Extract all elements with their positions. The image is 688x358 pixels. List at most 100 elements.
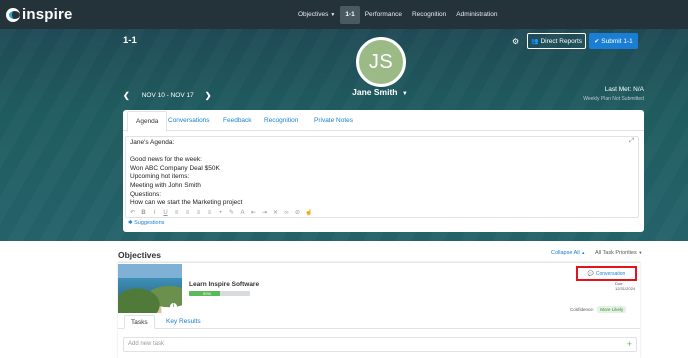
avatar-initials: JS bbox=[368, 50, 394, 73]
tab-conversations[interactable]: Conversations bbox=[168, 110, 210, 131]
last-met: Last Met: N/A bbox=[604, 86, 644, 93]
tab-recognition[interactable]: Recognition bbox=[264, 110, 298, 131]
suggestions-link[interactable]: ✱ Suggestions bbox=[128, 220, 164, 226]
week-range: NOV 10 - NOV 17 bbox=[141, 92, 194, 99]
agenda-line: Meeting with John Smith bbox=[130, 181, 201, 189]
bullet-list-icon[interactable]: • bbox=[217, 210, 224, 217]
clear-format-icon[interactable]: ✕ bbox=[272, 210, 279, 217]
bold-icon[interactable]: B bbox=[140, 210, 147, 217]
direct-reports-button[interactable]: 👥 Direct Reports bbox=[527, 33, 586, 49]
expand-icon[interactable]: ⤢ bbox=[629, 138, 634, 145]
editor-toolbar: ↶ B I U ≡ ≡ ≡ ≡ • ✎ A ⇤ ⇥ ✕ ∞ ⊘ ☝ bbox=[129, 210, 313, 217]
weekly-plan-status: Weekly Plan Not Submitted bbox=[583, 96, 644, 102]
task-priorities-label: All Task Priorities bbox=[595, 250, 637, 256]
submit-label: Submit 1-1 bbox=[601, 37, 633, 45]
align-left-icon[interactable]: ≡ bbox=[173, 210, 180, 217]
collapse-all-link[interactable]: Collapse All ▲ bbox=[551, 250, 585, 256]
lightbulb-icon: ✱ bbox=[128, 220, 133, 226]
outdent-icon[interactable]: ⇤ bbox=[250, 210, 257, 217]
inspire-logo[interactable]: inspire bbox=[6, 6, 73, 23]
justify-icon[interactable]: ≡ bbox=[206, 210, 213, 217]
objective-card: i Learn Inspire Software 50% 💬 Conversat… bbox=[118, 262, 640, 358]
confidence-indicator: Confidence: More Likely bbox=[570, 306, 627, 313]
paint-icon[interactable]: ✎ bbox=[228, 210, 235, 217]
progress-label: 50% bbox=[203, 291, 212, 296]
nav-item-label: Administration bbox=[456, 10, 498, 18]
underline-icon[interactable]: U bbox=[162, 210, 169, 217]
agenda-line: Upcoming hot items: bbox=[130, 173, 190, 181]
chevron-up-icon: ▲ bbox=[581, 250, 586, 255]
nav-item-objectives[interactable]: Objectives ▼ bbox=[293, 6, 340, 24]
chevron-down-icon: ▼ bbox=[638, 250, 643, 255]
user-name: Jane Smith bbox=[352, 87, 398, 97]
chat-bubble-icon: 💬 bbox=[587, 270, 594, 277]
inspire-logo-icon bbox=[6, 7, 20, 22]
agenda-editor-card: Agenda Conversations Feedback Recognitio… bbox=[123, 110, 644, 232]
plus-icon[interactable]: + bbox=[627, 338, 632, 351]
objectives-header: Objectives bbox=[118, 250, 161, 260]
objective-title[interactable]: Learn Inspire Software bbox=[189, 281, 259, 288]
agenda-line: How can we start the Marketing project bbox=[130, 199, 243, 207]
nav-item-label: 1-1 bbox=[345, 10, 355, 18]
nav-item-one-on-one[interactable]: 1-1 bbox=[340, 5, 360, 24]
add-task-placeholder: Add new task bbox=[128, 341, 165, 347]
italic-icon[interactable]: I bbox=[151, 210, 158, 217]
objective-progress-bar: 50% bbox=[189, 291, 250, 296]
nav-item-performance[interactable]: Performance bbox=[360, 6, 407, 24]
nav-item-label: Recognition bbox=[411, 10, 447, 18]
agenda-line: Won ABC Company Deal $50K bbox=[130, 164, 220, 172]
main-nav: Objectives ▼ 1-1 Performance Recognition … bbox=[293, 0, 502, 29]
tab-tasks[interactable]: Tasks bbox=[124, 315, 155, 329]
agenda-line: Questions: bbox=[130, 190, 162, 198]
info-icon[interactable]: i bbox=[170, 303, 177, 310]
nav-item-label: Performance bbox=[364, 10, 402, 18]
user-selector[interactable]: Jane Smith ▼ bbox=[340, 87, 420, 97]
tab-private-notes[interactable]: Private Notes bbox=[314, 110, 353, 131]
unlink-icon[interactable]: ⊘ bbox=[294, 210, 301, 217]
confidence-label: Confidence: bbox=[570, 307, 595, 312]
confidence-badge[interactable]: More Likely bbox=[597, 306, 627, 313]
align-right-icon[interactable]: ≡ bbox=[195, 210, 202, 217]
agenda-line: Jane's Agenda: bbox=[130, 139, 175, 146]
nav-item-recognition[interactable]: Recognition bbox=[407, 6, 451, 24]
people-icon: 👥 bbox=[530, 38, 539, 45]
due-date: Due: 12/31/2024 bbox=[615, 281, 636, 291]
tab-feedback[interactable]: Feedback bbox=[223, 110, 252, 131]
editor-tabs: Agenda Conversations Feedback Recognitio… bbox=[123, 110, 644, 132]
text-color-icon[interactable]: A bbox=[239, 210, 246, 217]
next-week-icon[interactable]: ❯ bbox=[205, 91, 212, 100]
suggestions-label: Suggestions bbox=[134, 220, 165, 226]
submit-one-on-one-button[interactable]: ✔ Submit 1-1 bbox=[589, 33, 638, 49]
check-circle-icon: ✔ bbox=[594, 38, 600, 45]
collapse-all-label: Collapse All bbox=[551, 250, 580, 256]
agenda-text-editor[interactable]: Jane's Agenda: Good news for the week: W… bbox=[125, 136, 639, 218]
conversation-label: Conversation bbox=[595, 270, 626, 277]
agenda-line bbox=[130, 148, 242, 157]
add-task-input[interactable]: Add new task + bbox=[123, 337, 637, 352]
objective-tabs: Tasks Key Results bbox=[118, 315, 640, 329]
nav-item-label: Objectives bbox=[298, 10, 329, 18]
tab-key-results[interactable]: Key Results bbox=[160, 315, 207, 329]
page-title: 1-1 bbox=[123, 35, 137, 46]
link-icon[interactable]: ∞ bbox=[283, 210, 290, 217]
top-navbar: inspire Objectives ▼ 1-1 Performance Reco… bbox=[0, 0, 688, 29]
nav-item-administration[interactable]: Administration bbox=[451, 6, 502, 24]
tab-agenda[interactable]: Agenda bbox=[127, 111, 168, 132]
week-navigator: ❮ NOV 10 - NOV 17 ❯ bbox=[123, 91, 211, 100]
pointer-icon[interactable]: ☝ bbox=[305, 210, 312, 217]
task-priorities-dropdown[interactable]: All Task Priorities ▼ bbox=[595, 250, 642, 256]
chevron-down-icon: ▼ bbox=[401, 91, 408, 97]
objective-cover-image: i bbox=[118, 264, 182, 313]
logo-text: inspire bbox=[22, 6, 73, 23]
chevron-down-icon: ▼ bbox=[330, 11, 336, 18]
undo-icon[interactable]: ↶ bbox=[129, 210, 136, 217]
align-center-icon[interactable]: ≡ bbox=[184, 210, 191, 217]
conversation-button[interactable]: 💬 Conversation bbox=[576, 266, 637, 281]
agenda-content: Jane's Agenda: Good news for the week: W… bbox=[130, 139, 242, 208]
direct-reports-label: Direct Reports bbox=[540, 37, 583, 45]
indent-icon[interactable]: ⇥ bbox=[261, 210, 268, 217]
avatar: JS bbox=[356, 37, 406, 87]
previous-week-icon[interactable]: ❮ bbox=[123, 91, 130, 100]
agenda-line: Good news for the week: bbox=[130, 156, 202, 164]
gear-icon[interactable]: ⚙ bbox=[512, 37, 519, 46]
